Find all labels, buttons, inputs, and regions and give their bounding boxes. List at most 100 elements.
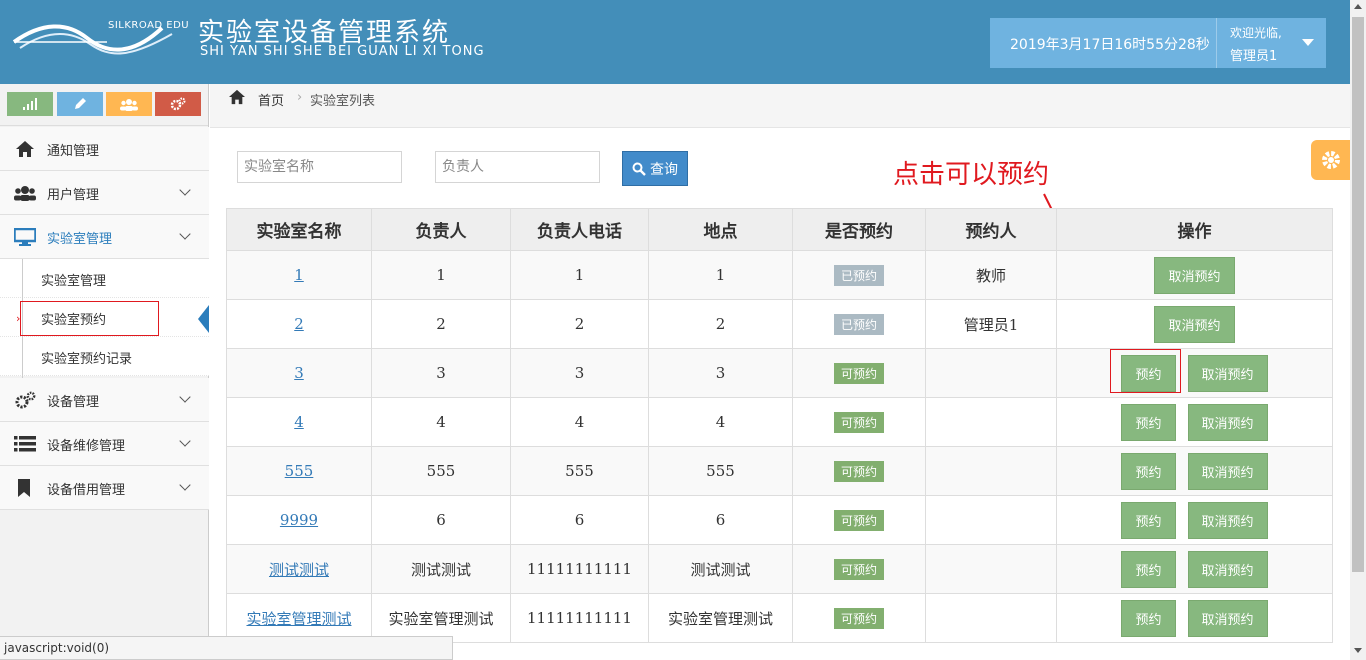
scrollbar-thumb[interactable] [1352,17,1364,572]
reserve-button[interactable]: 预约 [1121,501,1176,539]
reserver-cell [925,446,1057,496]
status-badge: 可预约 [833,362,884,384]
sidebar-item-label: 实验室管理 [47,232,113,247]
lab-name-link[interactable]: 2 [294,315,304,333]
lab-name-link[interactable]: 9999 [280,511,318,529]
reserve-button[interactable]: 预约 [1121,403,1176,441]
sidebar-item-users[interactable]: 用户管理 [0,171,209,215]
shortcut-cogs-button[interactable] [155,92,201,116]
location-cell: 4 [648,397,793,447]
phone-cell: 4 [510,397,649,447]
reserve-button[interactable]: 预约 [1121,550,1176,588]
phone-cell: 11111111111 [510,593,649,643]
bookmark-icon [18,479,30,497]
column-header: 预约人 [925,208,1057,251]
shortcut-group-button[interactable] [106,92,152,116]
cancel-reserve-button[interactable]: 取消预约 [1187,550,1268,588]
annotation-highlight-box [1110,349,1181,393]
owner-cell: 2 [371,299,511,349]
lab-name-search-input[interactable] [237,151,402,183]
signal-icon [23,98,37,110]
caret-down-icon[interactable] [1302,39,1314,46]
highlight-box [20,301,159,336]
user-menu[interactable]: 2019年3月17日16时55分28秒 欢迎光临, 管理员1 [990,18,1326,68]
cancel-reserve-button[interactable]: 取消预约 [1154,305,1235,343]
location-cell: 6 [648,495,793,545]
owner-cell: 测试测试 [371,544,511,594]
query-button[interactable]: 查询 [622,151,688,186]
scroll-up-icon[interactable] [1354,4,1362,9]
owner-cell: 1 [371,250,511,300]
location-cell: 1 [648,250,793,300]
phone-cell: 11111111111 [510,544,649,594]
owner-search-input[interactable] [435,151,600,183]
sidebar-item-repair[interactable]: 设备维修管理 [0,422,209,466]
sidebar-item-notice[interactable]: 通知管理 [0,127,209,171]
breadcrumb-current: 实验室列表 [310,94,376,109]
lab-name-link[interactable]: 4 [294,413,304,431]
cancel-reserve-button[interactable]: 取消预约 [1187,403,1268,441]
lab-name-link[interactable]: 测试测试 [269,561,329,579]
reserver-cell: 教师 [925,250,1057,300]
breadcrumb: 首页 › 实验室列表 [210,84,1350,128]
reserver-cell [925,348,1057,398]
reserver-cell [925,593,1057,643]
sidebar-item-equipment[interactable]: 设备管理 [0,378,209,422]
monitor-icon [14,228,36,246]
column-header: 是否预约 [792,208,926,251]
gear-icon [1321,151,1340,169]
location-cell: 实验室管理测试 [648,593,793,643]
sidebar-item-lab[interactable]: 实验室管理 [0,215,209,259]
lab-name-link[interactable]: 实验室管理测试 [246,610,351,628]
sidebar-item-borrow[interactable]: 设备借用管理 [0,466,209,510]
table-row: 测试测试 测试测试 11111111111 测试测试 可预约 预约 取消预约 [226,544,1333,594]
divider [1216,18,1217,68]
reserver-cell: 管理员1 [925,299,1057,349]
query-button-label: 查询 [650,161,678,178]
column-header: 负责人 [371,208,511,251]
status-badge: 可预约 [833,509,884,531]
submenu-item-lab-manage[interactable]: 实验室管理 [0,259,209,298]
cancel-reserve-button[interactable]: 取消预约 [1187,501,1268,539]
lab-name-link[interactable]: 3 [294,364,304,382]
column-header: 地点 [648,208,793,251]
chevron-down-icon [179,391,191,403]
annotation-text: 点击可以预约 [893,160,1050,190]
table-row: 555 555 555 555 可预约 预约 取消预约 [226,446,1333,496]
table-row: 1 1 1 1 已预约 教师 取消预约 [226,250,1333,300]
cancel-reserve-button[interactable]: 取消预约 [1187,354,1268,392]
breadcrumb-home-link[interactable]: 首页 [258,90,284,109]
cogs-icon [15,391,36,409]
lab-name-link[interactable]: 555 [285,462,314,480]
shortcut-bar [0,84,208,126]
header: SILKROAD EDU 实验室设备管理系统 SHI YAN SHI SHE B… [0,0,1350,84]
shortcut-signal-button[interactable] [7,92,53,116]
settings-toggle[interactable] [1311,140,1350,180]
cancel-reserve-button[interactable]: 取消预约 [1187,452,1268,490]
submenu-item-lab-reserve-records[interactable]: 实验室预约记录 [0,337,209,376]
browser-status-bar: javascript:void(0) [0,636,453,660]
cancel-reserve-button[interactable]: 取消预约 [1187,599,1268,637]
table-row: 4 4 4 4 可预约 预约 取消预约 [226,397,1333,447]
shortcut-pencil-button[interactable] [57,92,103,116]
reserver-cell [925,397,1057,447]
column-header: 负责人电话 [510,208,649,251]
home-icon[interactable] [228,89,246,105]
lab-name-link[interactable]: 1 [294,266,304,284]
system-subtitle: SHI YAN SHI SHE BEI GUAN LI XI TONG [200,44,485,59]
angle-right-icon: › [16,312,21,325]
reserve-button[interactable]: 预约 [1121,452,1176,490]
cancel-reserve-button[interactable]: 取消预约 [1154,256,1235,294]
status-badge: 已预约 [833,313,884,335]
phone-cell: 6 [510,495,649,545]
sidebar-item-label: 设备维修管理 [47,439,126,454]
list-icon [14,436,36,452]
chevron-down-icon [179,479,191,491]
scroll-down-icon[interactable] [1354,648,1362,653]
sidebar-item-label: 设备管理 [47,395,100,410]
active-indicator [198,305,209,333]
owner-cell: 3 [371,348,511,398]
reserve-button[interactable]: 预约 [1121,599,1176,637]
location-cell: 555 [648,446,793,496]
username: 管理员1 [1230,49,1278,64]
